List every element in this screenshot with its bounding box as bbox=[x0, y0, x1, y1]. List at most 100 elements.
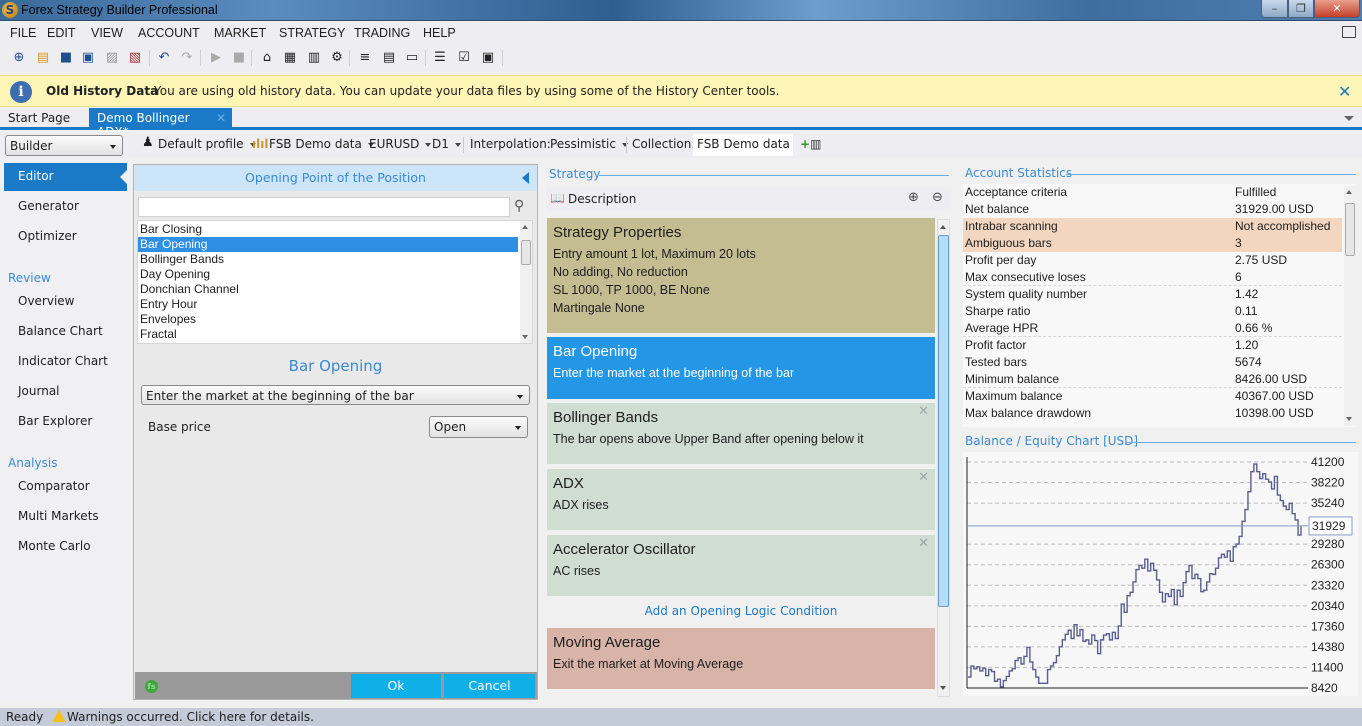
undo-icon[interactable]: ↶ bbox=[155, 49, 173, 67]
strategy-slot[interactable]: Accelerator Oscillator AC rises ✕ bbox=[547, 535, 935, 596]
nav-item-optimizer[interactable]: Optimizer bbox=[18, 229, 77, 243]
warnings-link[interactable]: Warnings occurred. Click here for detail… bbox=[67, 710, 314, 724]
tab-overflow-icon[interactable] bbox=[1344, 116, 1354, 121]
nav-item-monte-carlo[interactable]: Monte Carlo bbox=[18, 539, 91, 553]
menu-trading[interactable]: TRADING bbox=[354, 26, 410, 40]
scroll-up-icon[interactable] bbox=[522, 225, 528, 229]
mode-select[interactable]: Builder bbox=[5, 135, 123, 156]
save-as-icon[interactable]: ▣ bbox=[79, 49, 97, 67]
collapse-panel-icon[interactable] bbox=[522, 172, 529, 184]
new-strategy-icon[interactable]: ⊕ bbox=[10, 49, 28, 67]
list-item[interactable]: Donchian Channel bbox=[138, 282, 518, 297]
list-item[interactable]: Bollinger Bands bbox=[138, 252, 518, 267]
description-link[interactable]: Description bbox=[568, 192, 636, 206]
cancel-button[interactable]: Cancel bbox=[444, 674, 535, 698]
nav-item-comparator[interactable]: Comparator bbox=[18, 479, 90, 493]
stop-icon[interactable]: ■ bbox=[230, 49, 248, 67]
tab-start-page[interactable]: Start Page bbox=[0, 108, 78, 128]
zoom-out-icon[interactable]: ⊖ bbox=[932, 190, 943, 205]
close-icon[interactable]: ✕ bbox=[1338, 82, 1351, 101]
open-strategy-icon[interactable]: ▤ bbox=[34, 49, 52, 67]
add-collection-icon[interactable]: +▥ bbox=[800, 137, 821, 151]
remove-slot-icon[interactable]: ✕ bbox=[918, 470, 929, 485]
nav-item-bar-explorer[interactable]: Bar Explorer bbox=[18, 414, 92, 428]
sort-icon[interactable]: ☰ bbox=[431, 49, 449, 67]
scroll-down-icon[interactable] bbox=[940, 686, 946, 690]
menu-edit[interactable]: EDIT bbox=[47, 26, 75, 40]
tab-demo-bollinger-adx[interactable]: Demo Bollinger ADX* ✕ bbox=[89, 108, 232, 139]
strategy-slot[interactable]: Strategy Properties Entry amount 1 lot, M… bbox=[547, 218, 935, 333]
journal-icon[interactable]: ▤ bbox=[380, 49, 398, 67]
save-icon[interactable]: ■ bbox=[57, 49, 75, 67]
strategy-scrollbar[interactable] bbox=[937, 219, 950, 697]
ok-button[interactable]: Ok bbox=[351, 674, 441, 698]
interpolation-dropdown[interactable]: Pessimistic bbox=[550, 137, 628, 151]
save-all-icon[interactable]: ▨ bbox=[103, 49, 121, 67]
list-item-selected[interactable]: Bar Opening bbox=[138, 237, 518, 252]
data-source-dropdown[interactable]: FSB Demo data bbox=[269, 137, 374, 151]
period-dropdown[interactable]: D1 bbox=[432, 137, 461, 151]
maximize-button[interactable]: ❐ bbox=[1288, 0, 1314, 18]
market-icon[interactable]: ▥ bbox=[305, 49, 323, 67]
scroll-down-icon[interactable] bbox=[1346, 417, 1352, 421]
list-item[interactable]: Day Opening bbox=[138, 267, 518, 282]
menu-view[interactable]: VIEW bbox=[91, 26, 123, 40]
list-item[interactable]: Fractal bbox=[138, 327, 518, 342]
logic-select[interactable]: Enter the market at the beginning of the… bbox=[141, 385, 530, 405]
menu-strategy[interactable]: STRATEGY bbox=[279, 26, 345, 40]
remove-slot-icon[interactable]: ✕ bbox=[918, 404, 929, 419]
nav-item-editor[interactable]: Editor bbox=[4, 163, 127, 191]
close-window-button[interactable]: ✕ bbox=[1314, 0, 1360, 18]
home-icon[interactable]: ⌂ bbox=[258, 49, 276, 67]
menu-file[interactable]: FILE bbox=[10, 26, 36, 40]
strategy-slot[interactable]: ADX ADX rises ✕ bbox=[547, 469, 935, 530]
zoom-in-icon[interactable]: ⊕ bbox=[908, 190, 919, 205]
close-tab-icon[interactable]: ✕ bbox=[216, 111, 226, 125]
scroll-up-icon[interactable] bbox=[1346, 190, 1352, 194]
strategy-slot[interactable]: Bollinger Bands The bar opens above Upper… bbox=[547, 403, 935, 464]
settings-icon[interactable]: ⚙ bbox=[328, 49, 346, 67]
play-icon[interactable]: ▶ bbox=[207, 49, 225, 67]
menu-market[interactable]: MARKET bbox=[214, 26, 266, 40]
profile-dropdown[interactable]: Default profile bbox=[158, 137, 256, 151]
nav-item-balance-chart[interactable]: Balance Chart bbox=[18, 324, 103, 338]
close-strategy-icon[interactable]: ▧ bbox=[126, 49, 144, 67]
search-icon[interactable]: ⚲ bbox=[514, 198, 530, 214]
slot-description: Exit the market at Moving Average bbox=[553, 657, 744, 671]
nav-item-generator[interactable]: Generator bbox=[18, 199, 79, 213]
stats-row: Max balance drawdown 10398.00 USD bbox=[963, 405, 1342, 422]
menu-help[interactable]: HELP bbox=[423, 26, 456, 40]
strategy-slot[interactable]: Moving Average Exit the market at Moving … bbox=[547, 628, 935, 689]
list-item[interactable]: Entry Hour bbox=[138, 297, 518, 312]
checklist-icon[interactable]: ☑ bbox=[455, 49, 473, 67]
nav-item-multi-markets[interactable]: Multi Markets bbox=[18, 509, 99, 523]
nav-item-journal[interactable]: Journal bbox=[18, 384, 60, 398]
list-scrollbar[interactable] bbox=[520, 221, 532, 343]
scroll-thumb[interactable] bbox=[521, 240, 531, 265]
nav-item-overview[interactable]: Overview bbox=[18, 294, 75, 308]
feedback-icon[interactable] bbox=[1342, 26, 1356, 38]
briefcase-icon[interactable]: ▣ bbox=[479, 49, 497, 67]
symbol-dropdown[interactable]: EURUSD bbox=[369, 137, 432, 151]
strategy-slot[interactable]: Bar Opening Enter the market at the begin… bbox=[547, 337, 935, 399]
warning-icon[interactable] bbox=[52, 710, 66, 722]
scroll-down-icon[interactable] bbox=[522, 335, 528, 339]
list-icon[interactable]: ≡ bbox=[356, 49, 374, 67]
base-price-select[interactable]: Open bbox=[429, 416, 528, 438]
scroll-thumb[interactable] bbox=[1345, 203, 1355, 256]
indicator-search-input[interactable] bbox=[138, 197, 510, 217]
scroll-thumb[interactable] bbox=[938, 235, 949, 607]
add-opening-condition-link[interactable]: Add an Opening Logic Condition bbox=[547, 604, 935, 618]
nav-item-indicator-chart[interactable]: Indicator Chart bbox=[18, 354, 108, 368]
window-icon[interactable]: ▭ bbox=[403, 49, 421, 67]
list-item[interactable]: Bar Closing bbox=[138, 222, 518, 237]
data-icon[interactable]: ▦ bbox=[281, 49, 299, 67]
list-item[interactable]: Envelopes bbox=[138, 312, 518, 327]
collection-input[interactable]: FSB Demo data EU bbox=[693, 134, 793, 156]
menu-account[interactable]: ACCOUNT bbox=[138, 26, 200, 40]
minimize-button[interactable]: – bbox=[1261, 0, 1288, 18]
remove-slot-icon[interactable]: ✕ bbox=[918, 536, 929, 551]
stats-scrollbar[interactable] bbox=[1344, 186, 1356, 426]
redo-icon[interactable]: ↷ bbox=[178, 49, 196, 67]
scroll-up-icon[interactable] bbox=[940, 225, 946, 229]
